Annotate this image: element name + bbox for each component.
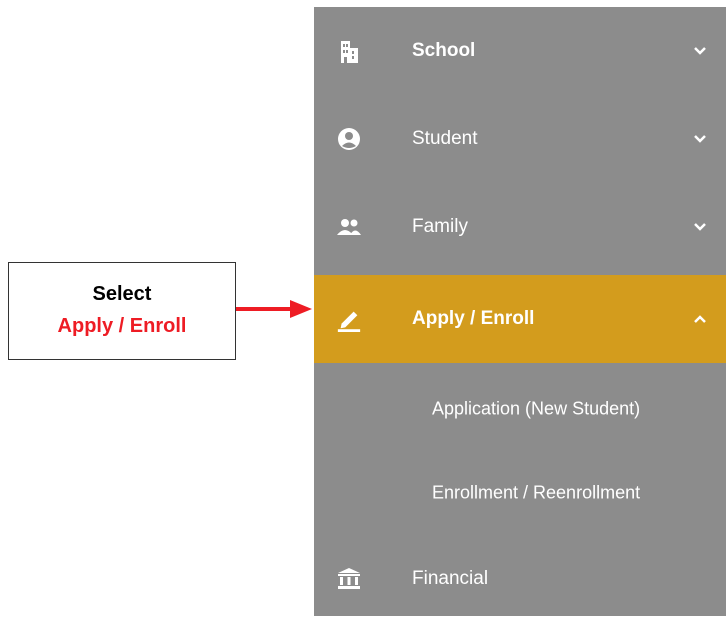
subitem-enrollment-reenrollment[interactable]: Enrollment / Reenrollment (314, 453, 726, 533)
pencil-icon (336, 306, 362, 332)
subitem-label: Enrollment / Reenrollment (432, 482, 641, 503)
sidebar-item-family[interactable]: Family (314, 183, 726, 271)
sidebar-item-label: Apply / Enroll (412, 308, 535, 329)
callout-arrow-icon (236, 300, 312, 318)
chevron-down-icon (694, 135, 706, 143)
callout-line-select: Select (92, 283, 152, 305)
person-circle-icon (336, 126, 362, 152)
sidebar-item-label: Student (412, 128, 478, 149)
chevron-down-icon (694, 47, 706, 55)
subitem-label: Application (New Student) (432, 398, 641, 419)
chevron-down-icon (694, 223, 706, 231)
subitem-application-new-student[interactable]: Application (New Student) (314, 369, 726, 449)
chevron-up-icon (694, 315, 706, 323)
sidebar-item-apply-enroll[interactable]: Apply / Enroll (314, 275, 726, 363)
building-icon (336, 38, 362, 64)
sidebar-nav: School Student Family Apply / Enroll App… (314, 7, 726, 616)
sidebar-item-financial[interactable]: Financial (314, 535, 726, 623)
people-icon (336, 214, 362, 240)
instruction-callout: Select Apply / Enroll (8, 262, 236, 360)
sidebar-item-label: Financial (412, 568, 489, 589)
sidebar-item-student[interactable]: Student (314, 95, 726, 183)
sidebar-item-school[interactable]: School (314, 7, 726, 95)
bank-icon (336, 566, 362, 592)
callout-line-apply-enroll: Apply / Enroll (57, 315, 187, 337)
sidebar-item-label: School (412, 40, 476, 61)
sidebar-item-label: Family (412, 216, 468, 237)
